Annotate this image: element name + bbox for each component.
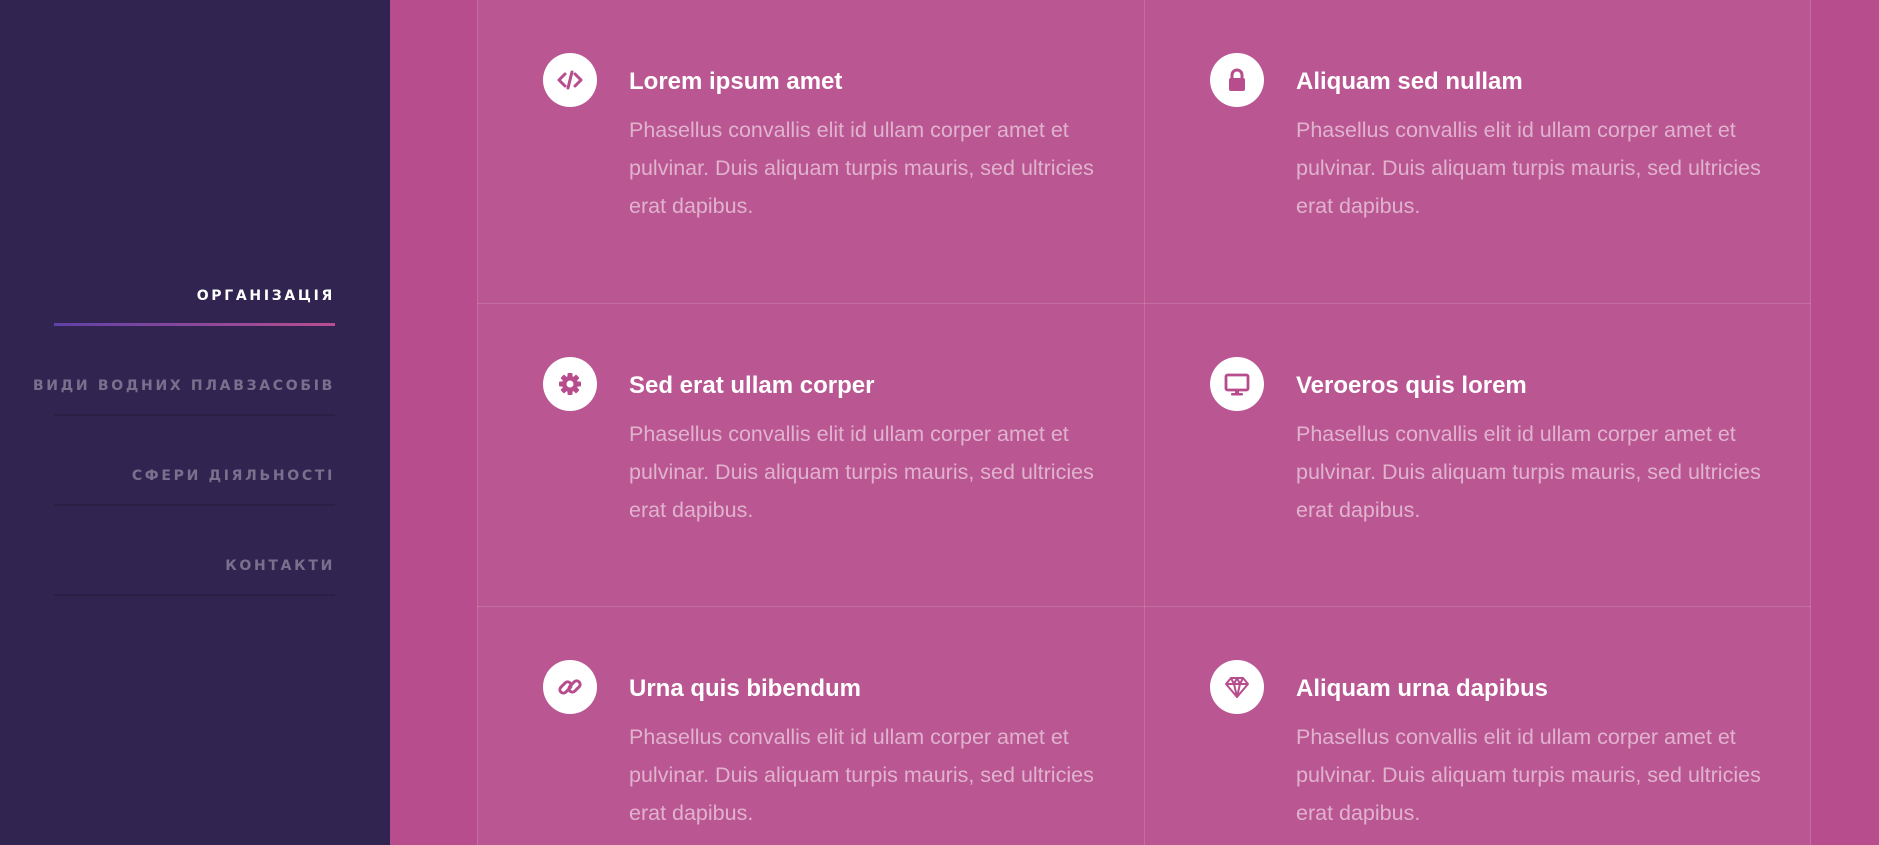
feature-card: Aliquam urna dapibus Phasellus convallis… <box>1144 606 1811 845</box>
grid-divider <box>1810 0 1811 845</box>
nav-item-vessel-types: ВИДИ ВОДНИХ ПЛАВЗАСОБІВ <box>33 364 335 454</box>
feature-title: Lorem ipsum amet <box>629 68 843 95</box>
sidebar: ОРГАНІЗАЦІЯ ВИДИ ВОДНИХ ПЛАВЗАСОБІВ СФЕР… <box>0 0 390 845</box>
nav-divider <box>54 594 335 596</box>
diamond-icon <box>1210 660 1264 714</box>
feature-text: Phasellus convallis elit id ullam corper… <box>1296 422 1761 522</box>
feature-card: Veroeros quis lorem Phasellus convallis … <box>1144 303 1811 606</box>
feature-title: Aliquam urna dapibus <box>1296 675 1549 702</box>
nav-active-underline <box>54 323 335 326</box>
nav-divider <box>54 504 335 506</box>
grid-divider <box>1144 0 1145 845</box>
sidebar-nav: ОРГАНІЗАЦІЯ ВИДИ ВОДНИХ ПЛАВЗАСОБІВ СФЕР… <box>33 274 335 634</box>
lock-icon <box>1210 53 1264 107</box>
nav-item-organization: ОРГАНІЗАЦІЯ <box>54 274 335 364</box>
feature-title: Sed erat ullam corper <box>629 372 875 399</box>
feature-text: Phasellus convallis elit id ullam corper… <box>1296 118 1761 218</box>
nav-divider <box>54 414 335 416</box>
feature-title: Urna quis bibendum <box>629 675 862 702</box>
nav-link-vessel-types[interactable]: ВИДИ ВОДНИХ ПЛАВЗАСОБІВ <box>33 378 335 394</box>
grid-divider <box>477 0 478 845</box>
code-icon <box>543 53 597 107</box>
nav-link-activities[interactable]: СФЕРИ ДІЯЛЬНОСТІ <box>132 468 335 484</box>
feature-card: Lorem ipsum amet Phasellus convallis eli… <box>477 0 1144 303</box>
feature-text: Phasellus convallis elit id ullam corper… <box>629 725 1094 825</box>
nav-item-activities: СФЕРИ ДІЯЛЬНОСТІ <box>54 454 335 544</box>
feature-title: Aliquam sed nullam <box>1296 68 1523 95</box>
gear-icon <box>543 357 597 411</box>
feature-text: Phasellus convallis elit id ullam corper… <box>629 422 1094 522</box>
feature-text: Phasellus convallis elit id ullam corper… <box>629 118 1094 218</box>
feature-card: Sed erat ullam corper Phasellus convalli… <box>477 303 1144 606</box>
nav-link-contacts[interactable]: КОНТАКТИ <box>225 558 335 574</box>
feature-title: Veroeros quis lorem <box>1296 372 1527 399</box>
features-grid: Lorem ipsum amet Phasellus convallis eli… <box>477 0 1811 845</box>
desktop-icon <box>1210 357 1264 411</box>
link-icon <box>543 660 597 714</box>
feature-text: Phasellus convallis elit id ullam corper… <box>1296 725 1761 825</box>
nav-item-contacts: КОНТАКТИ <box>54 544 335 634</box>
feature-card: Aliquam sed nullam Phasellus convallis e… <box>1144 0 1811 303</box>
nav-link-organization[interactable]: ОРГАНІЗАЦІЯ <box>197 288 335 304</box>
feature-card: Urna quis bibendum Phasellus convallis e… <box>477 606 1144 845</box>
